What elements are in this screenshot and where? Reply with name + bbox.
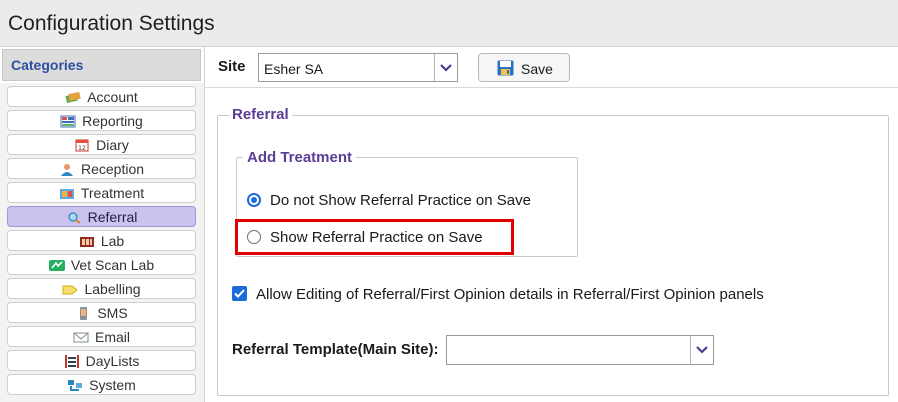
lab-icon [79,237,94,247]
categories-header: Categories [2,49,201,81]
sidebar-item-label: Vet Scan Lab [70,257,155,273]
referral-group-title: Referral [229,106,292,123]
sidebar-item-diary[interactable]: 12 Diary [7,134,196,155]
sidebar-item-system[interactable]: System [7,374,196,395]
allow-editing-checkbox[interactable] [232,286,247,301]
svg-text:12: 12 [78,145,86,152]
sidebar-item-email[interactable]: Email [7,326,196,347]
sidebar-item-sms[interactable]: SMS [7,302,196,323]
window-title: Configuration Settings [8,12,215,35]
sidebar-item-label: Referral [87,209,138,225]
sidebar-item-label: System [89,377,136,393]
sidebar-item-label: Reception [80,161,145,177]
sidebar-item-daylists[interactable]: DayLists [7,350,196,371]
referral-icon [67,212,81,224]
label-icon [62,285,79,295]
phone-icon [80,307,88,320]
radio-button-checked[interactable] [247,193,261,207]
highlight-annotation [235,219,514,255]
system-icon [68,380,83,391]
reporting-icon [60,115,76,128]
sidebar-item-label: DayLists [85,353,140,369]
sidebar-item-vet-scan-lab[interactable]: Vet Scan Lab [7,254,196,275]
list-icon [64,355,79,368]
add-treatment-group-title: Add Treatment [243,149,357,166]
sidebar-item-labelling[interactable]: Labelling [7,278,196,299]
save-button-label: Save [521,61,553,77]
title-bar: Configuration Settings [0,0,898,47]
checkmark-icon [234,289,245,298]
site-label: Site [218,58,246,75]
radio-label: Do not Show Referral Practice on Save [270,192,531,209]
sidebar-item-treatment[interactable]: Treatment [7,182,196,203]
sidebar-item-label: SMS [97,305,128,321]
categories-header-label: Categories [11,57,84,73]
sidebar-item-label: Diary [96,137,129,153]
site-dropdown-value: Esher SA [264,61,324,77]
category-list: Account Reporting 12 Diary Reception Trea… [0,83,204,402]
account-icon [65,91,81,103]
sidebar-item-lab[interactable]: Lab [7,230,196,251]
sidebar-item-reception[interactable]: Reception [7,158,196,179]
sidebar-item-label: Labelling [84,281,141,297]
sidebar-item-label: Email [94,329,130,345]
site-dropdown-toggle[interactable] [434,54,457,81]
referral-template-label: Referral Template(Main Site): [232,341,439,358]
referral-template-dropdown[interactable] [446,335,714,365]
toolbar-divider [205,87,898,88]
sidebar-item-referral[interactable]: Referral [7,206,196,227]
allow-editing-label: Allow Editing of Referral/First Opinion … [256,286,764,303]
chevron-down-icon [440,64,452,72]
chevron-down-icon [696,346,708,354]
save-button[interactable]: Save [478,53,570,82]
calendar-icon: 12 [75,139,89,152]
sidebar-item-account[interactable]: Account [7,86,196,107]
floppy-disk-icon [497,60,514,76]
treatment-icon [59,189,74,199]
envelope-icon [73,332,89,343]
referral-template-toggle[interactable] [690,336,713,364]
site-dropdown[interactable]: Esher SA [258,53,458,82]
vet-scan-icon [48,260,65,271]
sidebar-item-label: Lab [100,233,125,249]
person-icon [60,164,73,176]
sidebar-item-label: Treatment [80,185,145,201]
sidebar-item-reporting[interactable]: Reporting [7,110,196,131]
sidebar-item-label: Reporting [82,113,143,129]
sidebar-item-label: Account [87,89,138,105]
